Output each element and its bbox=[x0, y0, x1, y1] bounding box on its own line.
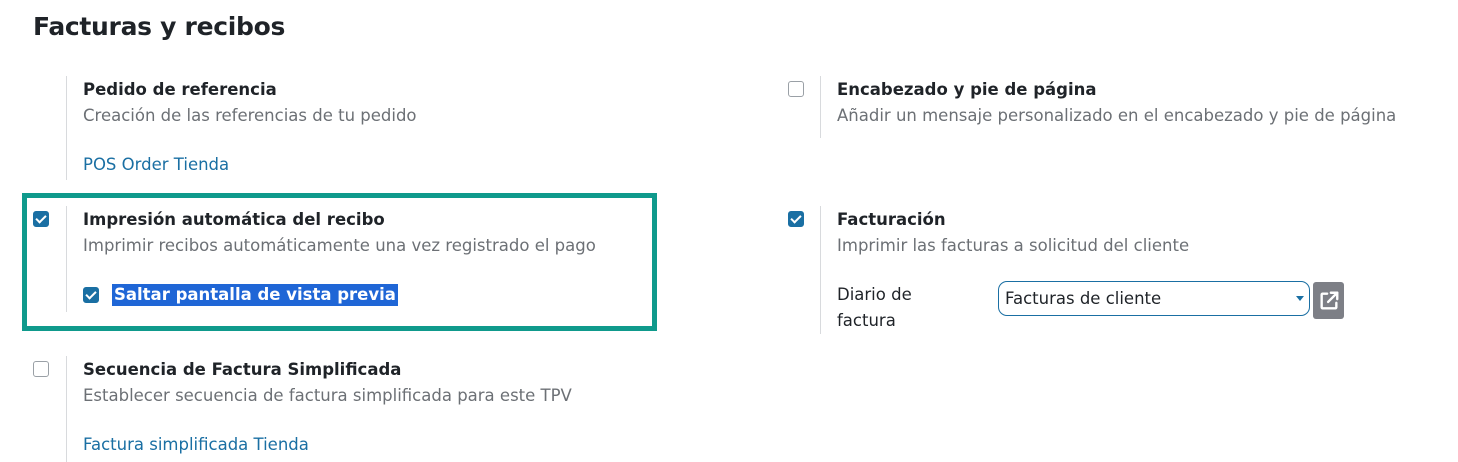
dropdown-arrow-icon bbox=[1296, 296, 1304, 301]
simplified-sequence-checkbox[interactable] bbox=[33, 361, 49, 377]
invoice-journal-value: Facturas de cliente bbox=[1005, 289, 1162, 308]
invoicing-title: Facturación bbox=[837, 210, 946, 229]
section-title: Facturas y recibos bbox=[33, 12, 286, 41]
order-reference-title: Pedido de referencia bbox=[83, 80, 277, 99]
order-reference-link[interactable]: POS Order Tienda bbox=[83, 155, 229, 174]
setting-divider bbox=[820, 76, 821, 138]
header-footer-title: Encabezado y pie de página bbox=[837, 80, 1097, 99]
external-link-button[interactable] bbox=[1313, 282, 1344, 319]
order-reference-description: Creación de las referencias de tu pedido bbox=[83, 106, 417, 125]
setting-divider bbox=[66, 76, 67, 180]
invoicing-checkbox[interactable] bbox=[788, 211, 804, 227]
invoice-journal-select[interactable]: Facturas de cliente bbox=[998, 281, 1310, 316]
setting-divider bbox=[820, 206, 821, 334]
invoice-journal-label-line2: factura bbox=[837, 311, 896, 330]
invoice-journal-label-line1: Diario de bbox=[837, 285, 912, 304]
simplified-sequence-description: Establecer secuencia de factura simplifi… bbox=[83, 386, 572, 405]
setting-divider bbox=[66, 356, 67, 462]
header-footer-description: Añadir un mensaje personalizado en el en… bbox=[837, 106, 1397, 125]
simplified-sequence-title: Secuencia de Factura Simplificada bbox=[83, 360, 402, 379]
header-footer-checkbox[interactable] bbox=[788, 81, 804, 97]
invoicing-description: Imprimir las facturas a solicitud del cl… bbox=[837, 236, 1190, 255]
invoice-journal-label: Diario de factura bbox=[837, 282, 912, 334]
external-link-icon bbox=[1319, 291, 1338, 310]
simplified-sequence-link[interactable]: Factura simplificada Tienda bbox=[83, 435, 309, 454]
highlight-box bbox=[22, 193, 657, 331]
